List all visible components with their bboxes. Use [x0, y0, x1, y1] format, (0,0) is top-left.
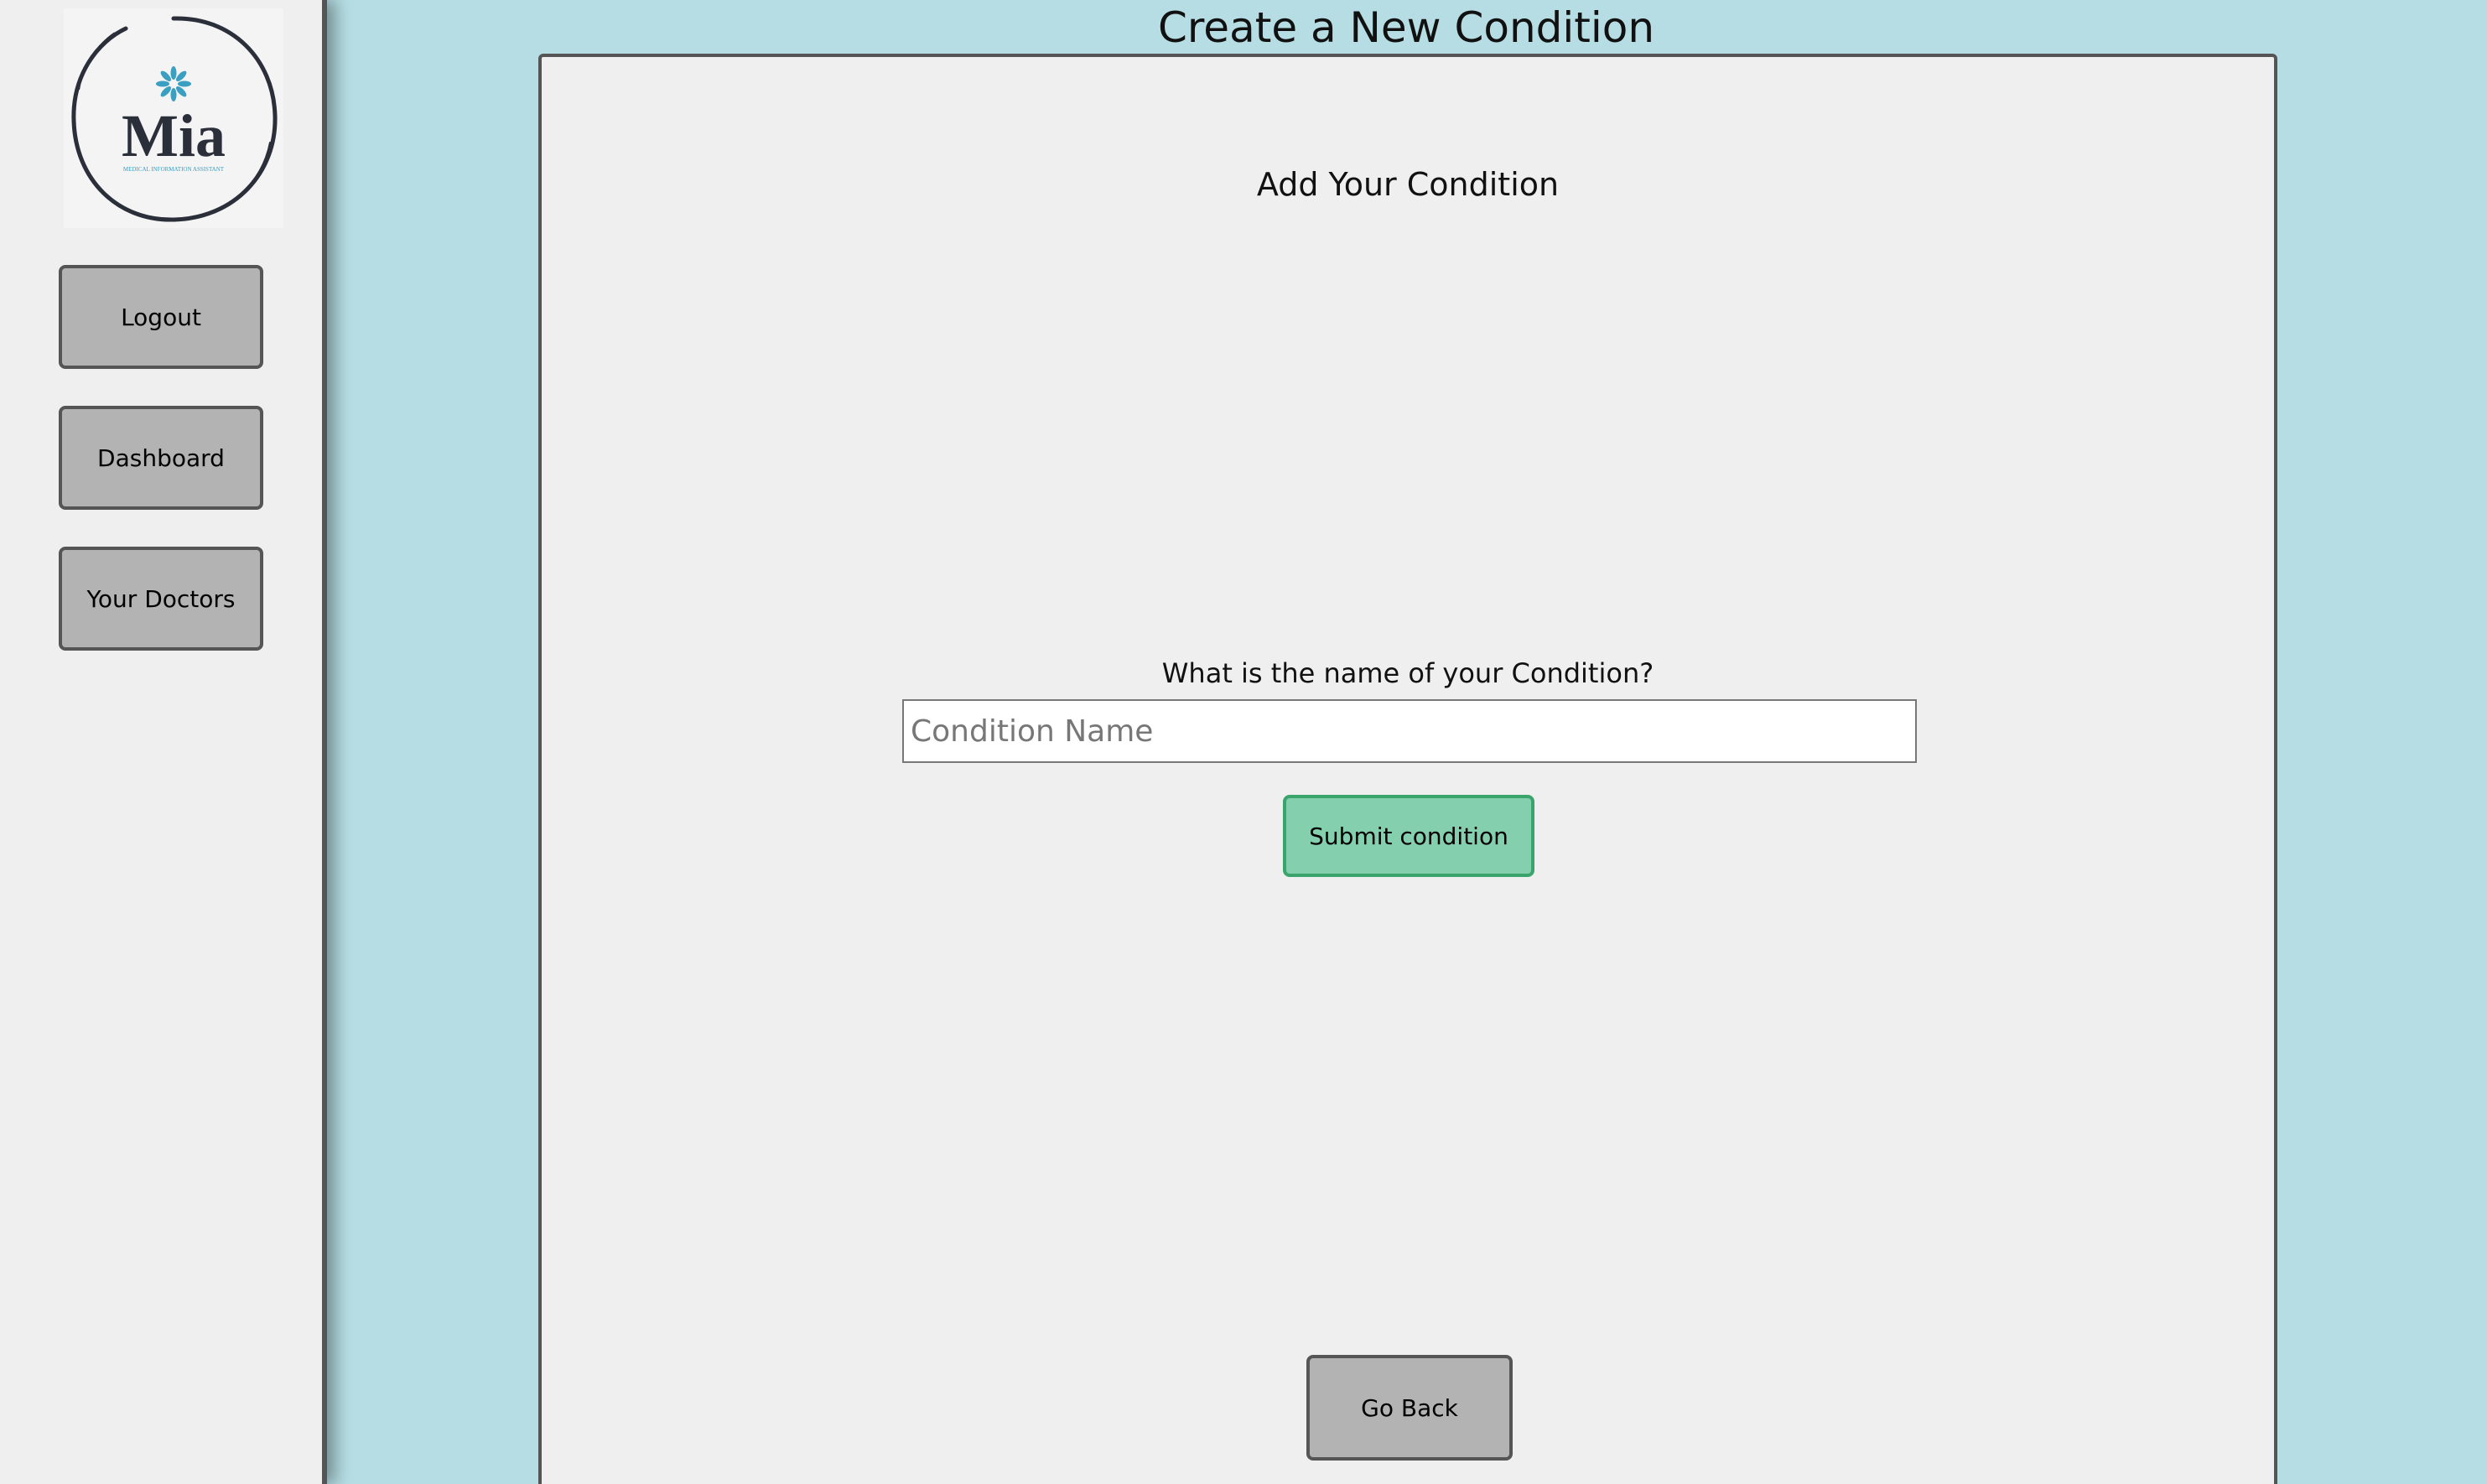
flower-icon: [156, 66, 191, 101]
submit-condition-button[interactable]: Submit condition: [1283, 795, 1534, 877]
logo-tagline: MEDICAL INFORMATION ASSISTANT: [123, 166, 225, 173]
go-back-label: Go Back: [1361, 1393, 1458, 1422]
logo-graphic: Mia MEDICAL INFORMATION ASSISTANT: [71, 16, 278, 222]
mia-logo: Mia MEDICAL INFORMATION ASSISTANT: [64, 8, 283, 228]
sidebar: Mia MEDICAL INFORMATION ASSISTANT Logout…: [0, 0, 327, 1484]
logout-label: Logout: [121, 303, 201, 331]
form-heading: Add Your Condition: [1256, 166, 1560, 203]
page-title: Create a New Condition: [1157, 3, 1655, 52]
logout-button[interactable]: Logout: [59, 265, 263, 369]
condition-name-input[interactable]: [902, 699, 1917, 763]
dashboard-button[interactable]: Dashboard: [59, 406, 263, 510]
go-back-button[interactable]: Go Back: [1306, 1355, 1513, 1461]
condition-name-label: What is the name of your Condition?: [1161, 657, 1654, 689]
your-doctors-label: Your Doctors: [86, 584, 236, 613]
your-doctors-button[interactable]: Your Doctors: [59, 547, 263, 651]
condition-form-card: Add Your Condition What is the name of y…: [538, 54, 2277, 1484]
dashboard-label: Dashboard: [97, 444, 225, 472]
submit-condition-label: Submit condition: [1309, 822, 1508, 850]
logo-name: Mia: [122, 102, 226, 169]
